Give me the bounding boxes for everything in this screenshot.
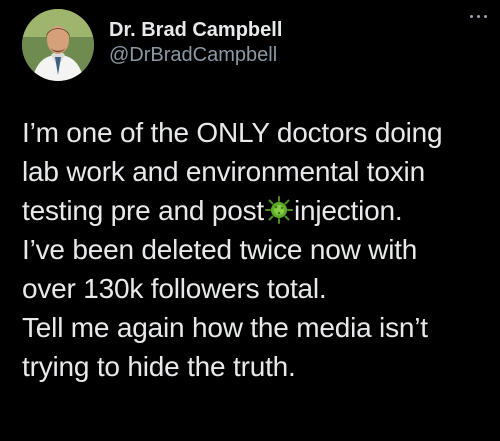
tweet-line-text: injection. — [293, 195, 403, 226]
tweet-header: Dr. Brad Campbell @DrBradCampbell — [22, 9, 490, 83]
handle[interactable]: @DrBradCampbell — [109, 44, 282, 66]
tweet-line: I’m one of the ONLY doctors doing — [22, 113, 492, 152]
tweet-line-text: over 130k followers total. — [22, 273, 327, 304]
profile-photo — [22, 9, 94, 81]
tweet-line-text: testing pre and post — [22, 195, 264, 226]
tweet-text: I’m one of the ONLY doctors doing lab wo… — [22, 113, 492, 386]
tweet-line: I’ve been deleted twice now with — [22, 230, 492, 269]
tweet-line-text: lab work and environmental toxin — [22, 156, 425, 187]
tweet-line: Tell me again how the media isn’t — [22, 308, 492, 347]
tweet-line: testing pre and post injection. — [22, 191, 492, 230]
tweet-line: lab work and environmental toxin — [22, 152, 492, 191]
tweet-line: over 130k followers total. — [22, 269, 492, 308]
tweet-line-text: I’m one of the ONLY doctors doing — [22, 117, 443, 148]
display-name[interactable]: Dr. Brad Campbell — [109, 19, 282, 41]
tweet-line-text: Tell me again how the media isn’t — [22, 312, 428, 343]
microbe-emoji — [264, 195, 293, 224]
tweet-line-text: I’ve been deleted twice now with — [22, 234, 418, 265]
tweet-line: trying to hide the truth. — [22, 347, 492, 386]
user-info: Dr. Brad Campbell @DrBradCampbell — [109, 19, 282, 66]
more-options-icon[interactable] — [470, 15, 488, 21]
tweet-line-text: trying to hide the truth. — [22, 351, 296, 382]
avatar[interactable] — [22, 9, 94, 81]
tweet-card: Dr. Brad Campbell @DrBradCampbell I’m on… — [0, 0, 500, 441]
